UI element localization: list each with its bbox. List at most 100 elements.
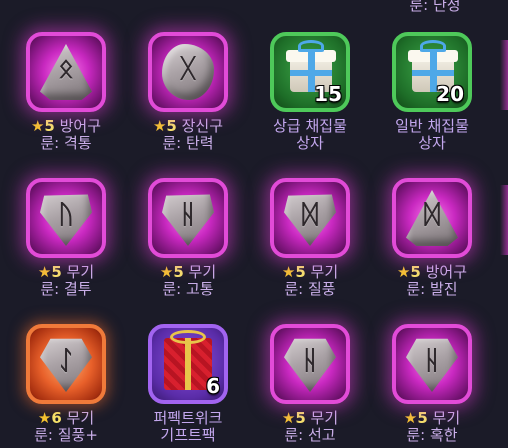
- item-tile[interactable]: ᚷ: [148, 32, 228, 112]
- item-tile[interactable]: ᛞ: [392, 178, 472, 258]
- star-icon: ★: [396, 263, 411, 281]
- item-type: 무기: [432, 409, 461, 427]
- rune-glyph: ᚺ: [302, 346, 318, 376]
- item-label: ★5 무기 룬: 질풍: [251, 264, 369, 298]
- item-tile[interactable]: ᛟ: [26, 32, 106, 112]
- reward-item[interactable]: ᛞ ★5 방어구 룬: 발진: [373, 178, 491, 298]
- item-tile[interactable]: 6: [148, 324, 228, 404]
- rune-glyph: ᛞ: [424, 200, 440, 230]
- item-label: ★5 방어구 룬: 격통: [7, 118, 125, 152]
- star-icon: ★: [403, 409, 418, 427]
- item-label: 일반 채집물 상자: [373, 118, 491, 152]
- item-label: ★5 무기 룬: 결투: [7, 264, 125, 298]
- reward-item[interactable]: 20 일반 채집물 상자: [373, 32, 491, 152]
- item-label-line1: ★5 무기: [373, 410, 491, 427]
- item-grade: 5: [295, 409, 306, 427]
- reward-item[interactable]: ᚺ ★5 무기 룬: 혹한: [373, 324, 491, 444]
- item-label: 퍼펙트위크 기프트팩: [129, 410, 247, 444]
- item-type: 장신구: [181, 117, 224, 135]
- reward-item[interactable]: ᛇ ★6 무기 룬: 질풍+: [7, 324, 125, 444]
- item-grade: 5: [44, 117, 55, 135]
- item-label-line1: ★5 방어구: [373, 264, 491, 281]
- rune-glyph: ᛟ: [58, 54, 74, 84]
- item-label-line1: ★5 무기: [251, 410, 369, 427]
- item-name: 룬: 고통: [162, 280, 214, 298]
- item-tile[interactable]: ᛇ: [26, 324, 106, 404]
- rune-glyph: ᚢ: [58, 200, 74, 230]
- item-tile[interactable]: 20: [392, 32, 472, 112]
- item-name: 룬: 질풍+: [34, 426, 98, 444]
- item-type: 무기: [188, 263, 217, 281]
- reward-grid: ᛟ ★5 방어구 룬: 격통 ᚷ ★5 장신구 룬: 탄력 15 상급 채집물 상자 20 일반 채…: [0, 0, 508, 448]
- item-name: 룬: 발진: [406, 280, 458, 298]
- item-grade: 5: [51, 263, 62, 281]
- item-type: 방어구: [425, 263, 468, 281]
- item-label: ★5 무기 룬: 혹한: [373, 410, 491, 444]
- star-icon: ★: [152, 117, 167, 135]
- item-name-line2: 상자: [296, 134, 324, 152]
- item-type: 무기: [310, 263, 339, 281]
- item-label-line1: ★5 무기: [129, 264, 247, 281]
- reward-item[interactable]: ᚺ ★5 무기 룬: 고통: [129, 178, 247, 298]
- gift-bag-ribbon: [185, 338, 191, 390]
- item-label: ★5 무기 룬: 선고: [251, 410, 369, 444]
- item-label-line1: ★5 장신구: [129, 118, 247, 135]
- item-name: 룬: 결투: [40, 280, 92, 298]
- item-count: 20: [436, 82, 464, 106]
- reward-item[interactable]: 6 퍼펙트위크 기프트팩: [129, 324, 247, 444]
- item-tile[interactable]: ᚢ: [26, 178, 106, 258]
- reward-item[interactable]: ᛟ ★5 방어구 룬: 격통: [7, 32, 125, 152]
- gift-ribbon: [412, 70, 454, 76]
- reward-item[interactable]: ᚺ ★5 무기 룬: 선고: [251, 324, 369, 444]
- star-icon: ★: [281, 263, 296, 281]
- item-label: ★5 방어구 룬: 발진: [373, 264, 491, 298]
- reward-item[interactable]: ᚢ ★5 무기 룬: 결투: [7, 178, 125, 298]
- item-tile[interactable]: ᚺ: [148, 178, 228, 258]
- item-grade: 5: [417, 409, 428, 427]
- offscreen-tile-glow: [500, 185, 508, 255]
- item-name: 룬: 혹한: [406, 426, 458, 444]
- offscreen-tile-glow: [500, 40, 508, 110]
- item-name: 룬: 탄력: [162, 134, 214, 152]
- item-name: 룬: 격통: [40, 134, 92, 152]
- item-label-line1: ★6 무기: [7, 410, 125, 427]
- star-icon: ★: [37, 263, 52, 281]
- item-label-line1: ★5 무기: [7, 264, 125, 281]
- item-type: 무기: [310, 409, 339, 427]
- item-grade: 5: [295, 263, 306, 281]
- item-label-line1: ★5 방어구: [7, 118, 125, 135]
- star-icon: ★: [281, 409, 296, 427]
- reward-item[interactable]: 15 상급 채집물 상자: [251, 32, 369, 152]
- item-name: 퍼펙트위크: [153, 409, 223, 427]
- rune-glyph: ᛞ: [302, 200, 318, 230]
- rune-glyph: ᛇ: [58, 346, 74, 376]
- item-name: 룬: 선고: [284, 426, 336, 444]
- rune-glyph: ᚺ: [180, 200, 196, 230]
- item-grade: 6: [51, 409, 62, 427]
- item-label: ★6 무기 룬: 질풍+: [7, 410, 125, 444]
- item-type: 방어구: [59, 117, 102, 135]
- item-count: 6: [206, 374, 220, 398]
- item-label-line1: ★5 무기: [251, 264, 369, 281]
- item-type: 무기: [66, 263, 95, 281]
- star-icon: ★: [30, 117, 45, 135]
- item-tile[interactable]: ᛞ: [270, 178, 350, 258]
- item-grade: 5: [173, 263, 184, 281]
- item-tile[interactable]: ᚺ: [392, 324, 472, 404]
- item-name: 상급 채집물: [273, 117, 347, 135]
- item-label: ★5 장신구 룬: 탄력: [129, 118, 247, 152]
- reward-item[interactable]: ᛞ ★5 무기 룬: 질풍: [251, 178, 369, 298]
- item-name-line2: 기프트팩: [160, 426, 216, 444]
- star-icon: ★: [159, 263, 174, 281]
- reward-item[interactable]: ᚷ ★5 장신구 룬: 탄력: [129, 32, 247, 152]
- item-label: ★5 무기 룬: 고통: [129, 264, 247, 298]
- gift-bow-icon: [298, 40, 324, 52]
- item-label: 상급 채집물 상자: [251, 118, 369, 152]
- item-type: 무기: [66, 409, 95, 427]
- gift-bow-icon: [420, 40, 446, 52]
- item-count: 15: [314, 82, 342, 106]
- rune-glyph: ᚷ: [180, 54, 196, 84]
- item-name: 일반 채집물: [395, 117, 469, 135]
- item-tile[interactable]: 15: [270, 32, 350, 112]
- item-tile[interactable]: ᚺ: [270, 324, 350, 404]
